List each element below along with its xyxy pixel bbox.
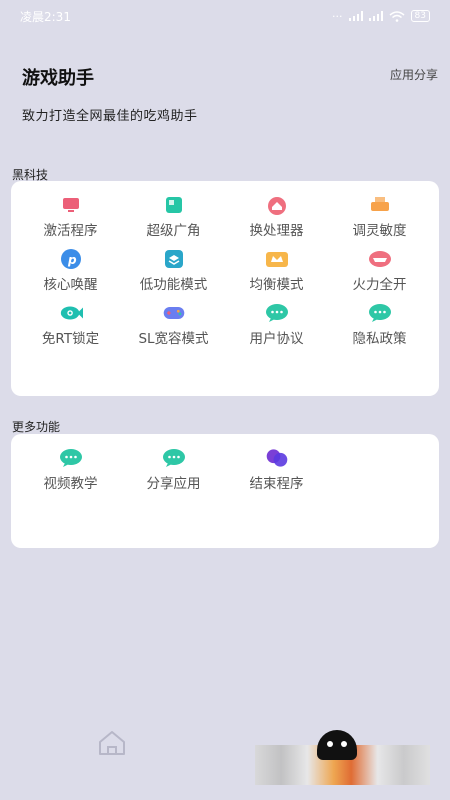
p-circle-icon: p bbox=[59, 249, 83, 269]
layers-icon bbox=[162, 249, 186, 269]
feature-label: 结束程序 bbox=[249, 476, 304, 492]
section-title-more: 更多功能 bbox=[12, 420, 61, 434]
feature-item[interactable]: 视频教学 bbox=[19, 448, 122, 494]
feature-label: 火力全开 bbox=[352, 277, 407, 293]
car-icon bbox=[368, 249, 392, 269]
feature-item[interactable]: p 核心唤醒 bbox=[19, 249, 122, 295]
feature-label: 低功能模式 bbox=[139, 277, 208, 293]
more-features-grid: 视频教学 分享应用 结束程序 bbox=[11, 434, 439, 494]
circles-icon bbox=[265, 448, 289, 468]
black-tech-card: 激活程序 超级广角 换处理器 调灵敏度 p 核心唤醒 低功能模式 均衡模式 火力全开免RT锁定 S… bbox=[11, 181, 439, 396]
feature-label: 换处理器 bbox=[249, 223, 304, 239]
status-icons: ··· 83 bbox=[332, 10, 430, 23]
svg-text:p: p bbox=[67, 253, 77, 267]
feature-item[interactable]: 用户协议 bbox=[225, 303, 328, 349]
feature-item[interactable]: 换处理器 bbox=[225, 195, 328, 241]
feature-item[interactable]: 超级广角 bbox=[122, 195, 225, 241]
dots-icon: ··· bbox=[332, 9, 343, 23]
feature-label: 免RT锁定 bbox=[41, 331, 100, 347]
wifi-icon bbox=[389, 10, 405, 22]
feature-item[interactable]: 免RT锁定 bbox=[19, 303, 122, 349]
chat-icon bbox=[59, 448, 83, 468]
feature-item[interactable]: 均衡模式 bbox=[225, 249, 328, 295]
feature-item[interactable]: 调灵敏度 bbox=[328, 195, 431, 241]
mascot-icon[interactable] bbox=[317, 730, 357, 760]
chat-icon bbox=[368, 303, 392, 323]
feature-label: 视频教学 bbox=[43, 476, 98, 492]
home-icon bbox=[265, 195, 289, 215]
signal-icon bbox=[348, 11, 363, 21]
status-bar: 凌晨2:31 ··· 83 bbox=[0, 0, 450, 32]
feature-item[interactable]: 低功能模式 bbox=[122, 249, 225, 295]
feature-item[interactable]: 火力全开 bbox=[328, 249, 431, 295]
status-time: 凌晨2:31 bbox=[20, 9, 71, 24]
feature-label: 分享应用 bbox=[146, 476, 201, 492]
signal-icon bbox=[368, 11, 383, 21]
feature-label: 调灵敏度 bbox=[352, 223, 407, 239]
more-features-card: 视频教学 分享应用 结束程序 bbox=[11, 434, 439, 548]
share-app-link[interactable]: 应用分享 bbox=[390, 66, 438, 83]
feature-label: 均衡模式 bbox=[249, 277, 304, 293]
feature-item[interactable]: 隐私政策 bbox=[328, 303, 431, 349]
feature-label: 用户协议 bbox=[249, 331, 304, 347]
feature-item[interactable]: SL宽容模式 bbox=[122, 303, 225, 349]
feature-label: 隐私政策 bbox=[352, 331, 407, 347]
feature-label: 激活程序 bbox=[43, 223, 98, 239]
home-icon[interactable] bbox=[97, 730, 127, 756]
feature-item[interactable]: 结束程序 bbox=[225, 448, 328, 494]
monitor-icon bbox=[59, 195, 83, 215]
gamepad-icon bbox=[162, 303, 186, 323]
fish-icon bbox=[59, 303, 83, 323]
feature-label: 核心唤醒 bbox=[43, 277, 98, 293]
chat-icon bbox=[265, 303, 289, 323]
feature-item[interactable]: 分享应用 bbox=[122, 448, 225, 494]
crown-icon bbox=[265, 249, 289, 269]
battery-icon: 83 bbox=[410, 10, 430, 22]
page-slogan: 致力打造全网最佳的吃鸡助手 bbox=[22, 109, 198, 124]
black-tech-grid: 激活程序 超级广角 换处理器 调灵敏度 p 核心唤醒 低功能模式 均衡模式 火力全开免RT锁定 S… bbox=[11, 181, 439, 349]
feature-item[interactable]: 激活程序 bbox=[19, 195, 122, 241]
page-title: 游戏助手 bbox=[22, 68, 94, 89]
image-icon bbox=[162, 195, 186, 215]
chat-icon bbox=[162, 448, 186, 468]
feature-label: SL宽容模式 bbox=[138, 331, 209, 347]
printer-icon bbox=[368, 195, 392, 215]
feature-label: 超级广角 bbox=[146, 223, 201, 239]
